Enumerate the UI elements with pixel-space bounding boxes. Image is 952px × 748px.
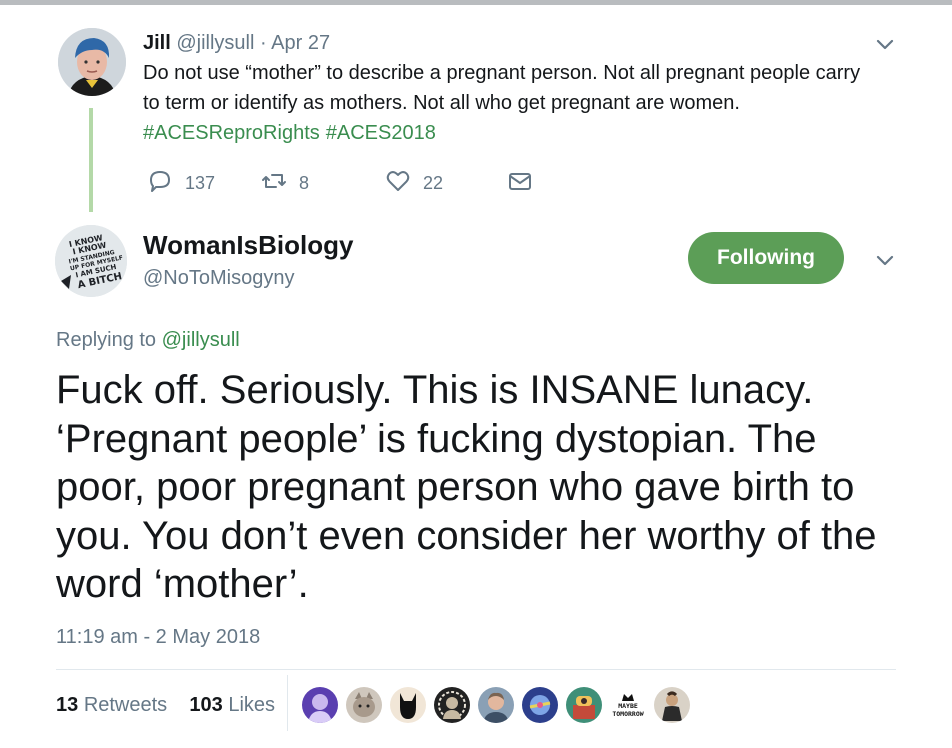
header-separator: ·: [260, 32, 267, 54]
replying-to-handle[interactable]: @jillysull: [162, 329, 240, 351]
envelope-icon: [507, 168, 533, 199]
parent-author-handle[interactable]: @jillysull: [176, 32, 254, 54]
author-display-name[interactable]: WomanIsBiology: [143, 230, 353, 260]
likes-count: 103: [189, 694, 223, 716]
liker-badge-text: TOMORROW: [612, 710, 644, 718]
reply-icon: [147, 168, 173, 199]
parent-tweet-text: Do not use “mother” to describe a pregna…: [143, 62, 861, 114]
liker-avatar[interactable]: [346, 687, 382, 723]
liker-avatar[interactable]: [390, 687, 426, 723]
like-action[interactable]: 22: [385, 168, 443, 199]
window-top-border: [0, 0, 952, 5]
retweets-stat[interactable]: 13 Retweets: [56, 694, 167, 716]
retweet-action[interactable]: 8: [261, 168, 309, 199]
parent-tweet-date[interactable]: Apr 27: [271, 32, 330, 54]
liker-avatar[interactable]: MAYBE TOMORROW: [610, 687, 646, 723]
parent-tweet-hashtags: #ACESReproRights #ACES2018: [143, 118, 442, 148]
hashtag-link[interactable]: #ACES2018: [326, 122, 436, 144]
direct-message-action[interactable]: [507, 168, 533, 199]
divider: [56, 669, 896, 670]
liker-badge-text: MAYBE: [618, 702, 638, 710]
retweet-count: 8: [299, 173, 310, 193]
thread-connector-line: [89, 108, 93, 212]
chevron-down-icon[interactable]: [874, 33, 896, 55]
reply-count: 137: [185, 173, 216, 193]
stats-separator: [287, 675, 288, 731]
tweet-text: Fuck off. Seriously. This is INSANE luna…: [56, 368, 877, 606]
retweets-label: Retweets: [83, 694, 168, 716]
liker-avatar[interactable]: [566, 687, 602, 723]
jill-avatar[interactable]: [58, 28, 126, 96]
liker-avatar[interactable]: [654, 687, 690, 723]
engagement-stats: 13 Retweets 103 Likes: [56, 694, 275, 717]
retweets-count: 13: [56, 694, 79, 716]
parent-tweet-header: Jill @jillysull · Apr 27: [143, 31, 330, 55]
parent-author-name[interactable]: Jill: [143, 32, 171, 54]
retweet-icon: [261, 168, 287, 199]
liker-avatar[interactable]: [302, 687, 338, 723]
liker-avatars: MAYBE TOMORROW: [302, 687, 690, 723]
womanisbiology-avatar[interactable]: I KNOW I KNOW I'M STANDING UP FOR MYSELF…: [55, 225, 127, 297]
hashtag-link[interactable]: #ACESReproRights: [143, 122, 320, 144]
liker-avatar[interactable]: [478, 687, 514, 723]
liker-avatar[interactable]: [522, 687, 558, 723]
replying-to-line: Replying to @jillysull: [56, 327, 240, 353]
tweet-timestamp[interactable]: 11:19 am - 2 May 2018: [56, 626, 260, 649]
likes-stat[interactable]: 103 Likes: [189, 694, 275, 716]
liker-avatar[interactable]: [434, 687, 470, 723]
following-button[interactable]: Following: [688, 232, 844, 284]
reply-action[interactable]: 137: [147, 168, 215, 199]
like-count: 22: [423, 173, 444, 193]
likes-label: Likes: [228, 694, 276, 716]
heart-icon: [385, 168, 411, 199]
author-handle[interactable]: @NoToMisogyny: [143, 266, 294, 290]
replying-label: Replying to: [56, 329, 157, 351]
chevron-down-icon[interactable]: [874, 249, 896, 271]
